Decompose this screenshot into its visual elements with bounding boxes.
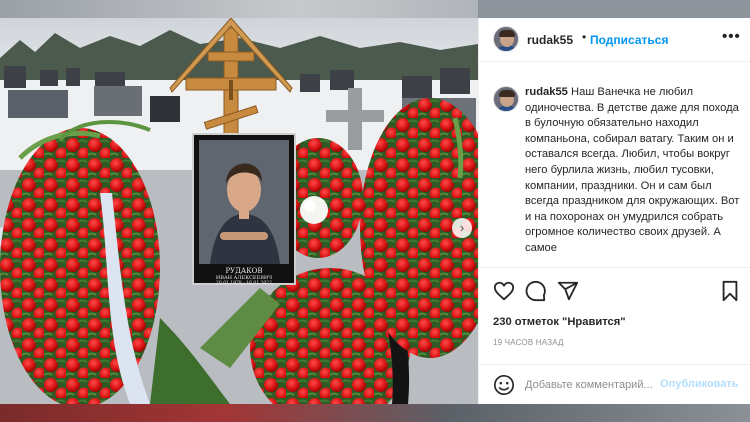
caption-text: Наш Ванечка не любил одиночества. В детс… bbox=[525, 86, 740, 254]
likes-count[interactable]: 230 отметок "Нравится" bbox=[493, 316, 626, 328]
action-bar bbox=[479, 267, 750, 315]
avatar[interactable] bbox=[493, 26, 519, 52]
post-caption: rudak55 Наш Ванечка не любил одиночества… bbox=[525, 85, 743, 257]
post-side-panel: rudak55 • Подписаться ••• rudak55 Наш Ва… bbox=[478, 18, 750, 404]
portrait-dates: 20.01.1978 - 16.01.2022 bbox=[216, 281, 272, 286]
publish-button[interactable]: Опубликовать bbox=[660, 378, 739, 390]
comment-input[interactable] bbox=[525, 377, 655, 393]
follow-button[interactable]: Подписаться bbox=[590, 33, 668, 47]
post-header: rudak55 • Подписаться ••• bbox=[479, 18, 750, 62]
post-photo[interactable]: РУДАКОВ ИВАН АЛЕКСЕЕВИЧ 20.01.1978 - 16.… bbox=[0, 18, 478, 404]
bookmark-icon[interactable] bbox=[719, 280, 741, 302]
caption-username[interactable]: rudak55 bbox=[525, 86, 568, 98]
portrait-name: РУДАКОВ bbox=[225, 267, 263, 275]
backdrop-bottom bbox=[0, 404, 750, 422]
share-icon[interactable] bbox=[557, 280, 579, 302]
username-link[interactable]: rudak55 bbox=[527, 33, 573, 47]
heart-icon[interactable] bbox=[493, 280, 515, 302]
separator-dot: • bbox=[582, 30, 587, 44]
portrait-plaque: РУДАКОВ ИВАН АЛЕКСЕЕВИЧ 20.01.1978 - 16.… bbox=[199, 267, 289, 287]
emoji-icon[interactable] bbox=[493, 374, 515, 396]
comment-icon[interactable] bbox=[525, 280, 547, 302]
avatar[interactable] bbox=[493, 86, 519, 112]
post-time[interactable]: 19 ЧАСОВ НАЗАД bbox=[493, 338, 564, 347]
comment-bar: Опубликовать bbox=[479, 364, 750, 404]
chevron-right-icon[interactable]: › bbox=[452, 218, 472, 238]
more-options-icon[interactable]: ••• bbox=[722, 28, 741, 45]
caption-area[interactable]: rudak55 Наш Ванечка не любил одиночества… bbox=[479, 63, 750, 267]
